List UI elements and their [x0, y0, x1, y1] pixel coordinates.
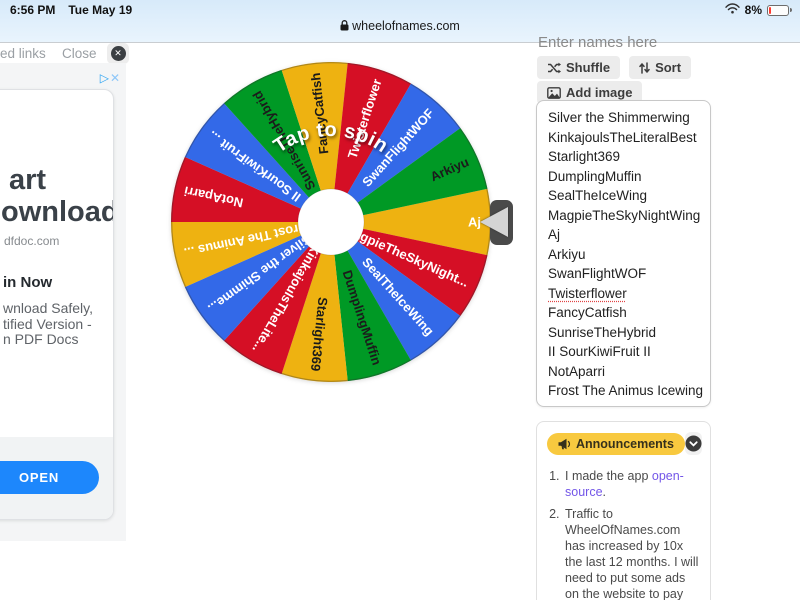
name-entry: NotAparri: [548, 362, 706, 382]
name-entry: II SourKiwiFruit II: [548, 342, 706, 362]
name-entry: Frost The Animus Icewing: [548, 381, 706, 401]
clock-time: 6:56 PM: [10, 3, 55, 17]
megaphone-icon: [558, 438, 571, 450]
names-textarea[interactable]: Silver the ShimmerwingKinkajoulsTheLiter…: [536, 100, 711, 407]
address-bar[interactable]: wheelofnames.com: [0, 19, 800, 33]
status-bar: 6:56 PM Tue May 19 8% wheelofnames.com: [0, 0, 800, 43]
wheel-hub: [298, 189, 364, 255]
name-entry: FancyCatfish: [548, 303, 706, 323]
name-entry: SunriseTheHybrid: [548, 323, 706, 343]
ad-body: wnload Safely,tified Version -n PDF Docs: [3, 301, 93, 348]
name-entry: Starlight369: [548, 147, 706, 167]
ad-close-button[interactable]: Close: [62, 46, 97, 61]
wheel-pointer-icon: [480, 207, 508, 237]
names-panel-title: Enter names here: [538, 34, 657, 51]
ad-links-label[interactable]: ed links: [0, 46, 46, 61]
screen: 6:56 PM Tue May 19 8% wheelofnames.com: [0, 0, 800, 600]
name-entry: Silver the Shimmerwing: [548, 108, 706, 128]
name-entry: SwanFlightWOF: [548, 264, 706, 284]
name-entry: Twisterflower: [548, 284, 706, 304]
ad-open-button[interactable]: OPEN: [0, 461, 99, 494]
announcements-list: I made the app open-source. Traffic to Wh…: [563, 468, 702, 600]
name-entry: DumplingMuffin: [548, 167, 706, 187]
battery-percent: 8%: [745, 3, 762, 17]
ad-footer: OPEN: [0, 437, 113, 519]
wifi-icon: [725, 3, 740, 17]
ad-card[interactable]: art ownload dfdoc.com in Now wnload Safe…: [0, 89, 114, 520]
announcements-collapse-button[interactable]: [685, 432, 702, 455]
name-entry: Arkiyu: [548, 245, 706, 265]
announcement-item: Traffic to WheelOfNames.com has increase…: [563, 506, 702, 600]
ad-subhead: in Now: [3, 274, 52, 291]
name-entry: KinkajoulsTheLiteralBest: [548, 128, 706, 148]
sort-icon: [639, 62, 650, 74]
announcements-panel: Announcements I made the app open-source…: [536, 421, 711, 600]
lock-icon: [340, 20, 349, 31]
name-entry: MagpieTheSkyNightWing: [548, 206, 706, 226]
ad-headline: art ownload: [1, 164, 114, 228]
announcement-item: I made the app open-source.: [563, 468, 702, 500]
open-source-link[interactable]: open-source: [565, 469, 684, 499]
chevron-down-icon: [685, 435, 702, 452]
names-toolbar: Shuffle Sort: [537, 56, 691, 79]
sort-button[interactable]: Sort: [629, 56, 691, 79]
announcements-badge: Announcements: [547, 433, 685, 455]
ad-domain: dfdoc.com: [4, 234, 59, 248]
clock-date: Tue May 19: [68, 3, 132, 17]
wheel[interactable]: AjMagpieTheSkyNight...SealTheIceWingDump…: [171, 62, 491, 382]
adchoices-icon[interactable]: ▷✕: [100, 71, 121, 85]
battery-icon: [767, 5, 789, 16]
name-entry: SealTheIceWing: [548, 186, 706, 206]
ad-container: ▷✕ art ownload dfdoc.com in Now wnload S…: [0, 63, 126, 541]
shuffle-button[interactable]: Shuffle: [537, 56, 620, 79]
name-entry: Aj: [548, 225, 706, 245]
close-icon: ✕: [111, 46, 126, 61]
shuffle-icon: [547, 62, 561, 74]
image-icon: [547, 87, 561, 99]
battery-nub: [790, 8, 792, 12]
url-text: wheelofnames.com: [352, 19, 460, 33]
ad-dismiss-button[interactable]: ✕: [107, 43, 129, 64]
